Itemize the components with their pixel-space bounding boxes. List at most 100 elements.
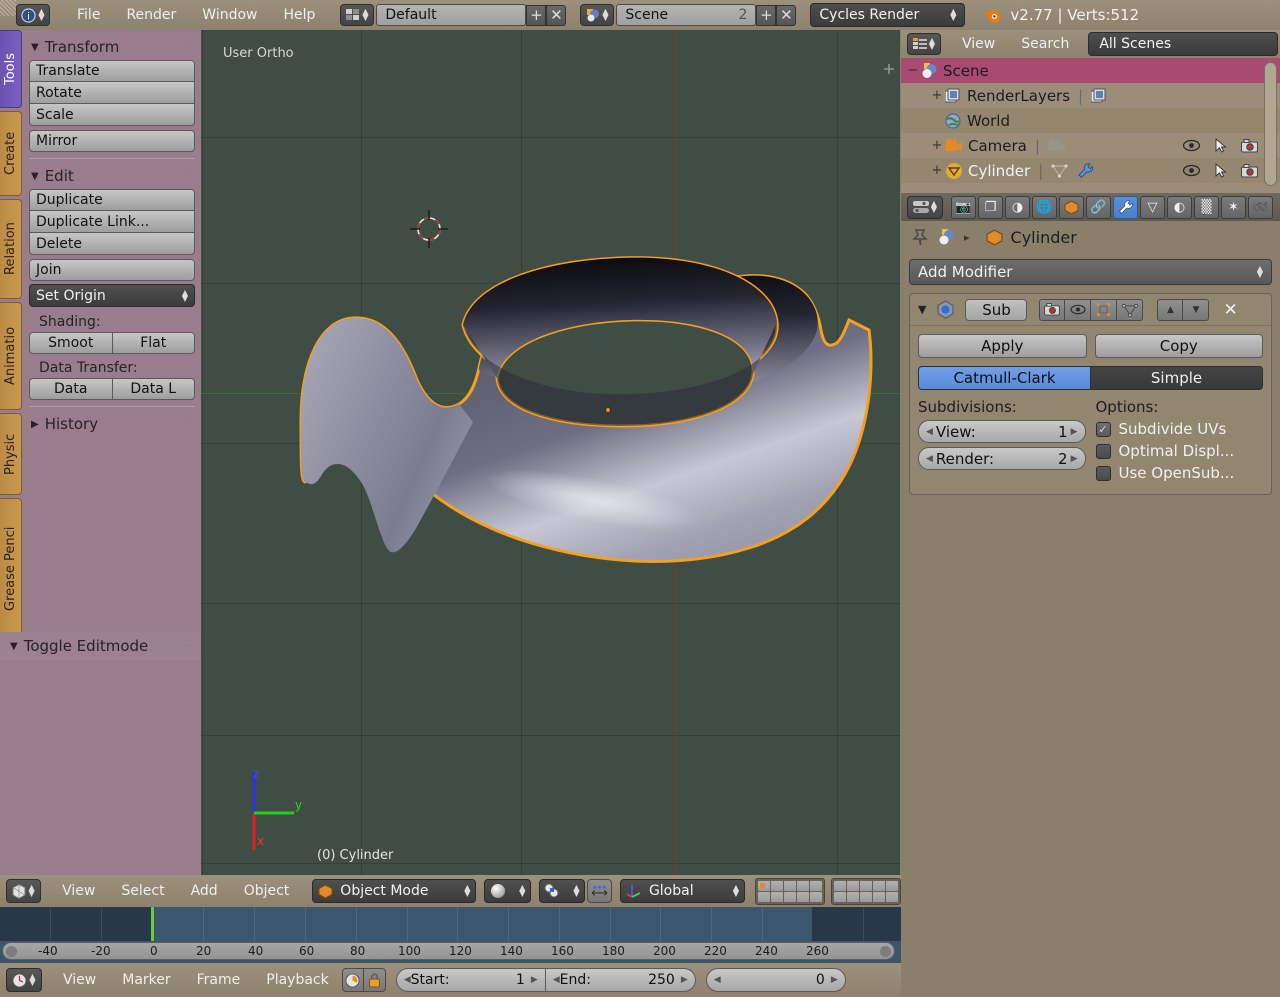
panel-grip-icon[interactable]: :::: (181, 169, 193, 183)
on-cage-toggle-icon[interactable] (1117, 298, 1144, 321)
layer-cell[interactable] (860, 880, 872, 891)
pivot-point-selector[interactable]: ▲ ▼ (539, 879, 585, 903)
collapse-triangle-icon[interactable]: ▼ (918, 303, 926, 316)
delete-screen-button[interactable]: ✕ (546, 4, 567, 26)
outliner-menu-search[interactable]: Search (1008, 36, 1082, 52)
layer-cell[interactable] (758, 891, 770, 902)
mirror-button[interactable]: Mirror (29, 130, 195, 152)
subdivide-uvs-row[interactable]: ✓ Subdivide UVs (1095, 420, 1264, 438)
delete-button[interactable]: Delete (29, 233, 195, 255)
data-transfer-layout-button[interactable]: Data L (111, 378, 195, 400)
start-frame-field[interactable]: ◀ Start: 1 ▶ (395, 968, 546, 992)
window-corner-grip[interactable] (0, 0, 16, 16)
join-button[interactable]: Join (29, 259, 195, 281)
outliner-menu-view[interactable]: View (949, 36, 1008, 52)
use-opensubdiv-row[interactable]: Use OpenSub... (1095, 464, 1264, 482)
tab-create[interactable]: Create (0, 111, 22, 196)
panel-header-edit[interactable]: ▼ Edit :::: (27, 165, 197, 189)
render-subdivisions-field[interactable]: ◀ Render: 2 ▶ (918, 447, 1086, 470)
panel-header-history[interactable]: ▶ History :::: (27, 413, 197, 437)
scene-icon[interactable] (938, 228, 956, 246)
properties-tab-material[interactable]: ◐ (1167, 195, 1192, 219)
increment-arrow-icon[interactable]: ▶ (1071, 454, 1078, 464)
pin-icon[interactable] (911, 228, 930, 247)
interaction-mode-selector[interactable]: Object Mode ▲ ▼ (312, 879, 477, 903)
properties-tab-modifiers[interactable] (1113, 195, 1138, 219)
layer-cell[interactable] (873, 880, 885, 891)
panel-grip-icon[interactable]: :::: (183, 639, 195, 653)
scene-icon[interactable]: ▲ ▼ (580, 4, 615, 26)
duplicate-button[interactable]: Duplicate (29, 189, 195, 211)
remove-modifier-button[interactable]: ✕ (1223, 300, 1237, 320)
increment-arrow-icon[interactable]: ▶ (831, 975, 838, 985)
eye-icon[interactable] (1183, 139, 1200, 152)
tab-grease-pencil[interactable]: Grease Penci (0, 498, 22, 640)
subdivide-uvs-checkbox[interactable]: ✓ (1095, 421, 1111, 437)
increment-arrow-icon[interactable]: ▶ (1071, 427, 1078, 437)
layer-cell[interactable] (797, 880, 809, 891)
timeline-playhead[interactable] (151, 907, 154, 941)
transform-orientation-selector[interactable]: Global ▲ ▼ (619, 879, 745, 903)
eye-icon[interactable] (1183, 164, 1200, 177)
layer-cell[interactable] (771, 891, 783, 902)
screen-layout-icon[interactable]: ▲ ▼ (340, 4, 375, 26)
layer-cell[interactable] (886, 880, 898, 891)
properties-tab-scene[interactable]: ◑ (1005, 195, 1030, 219)
data-transfer-button[interactable]: Data (29, 378, 112, 400)
expander-expand-icon[interactable]: + (929, 138, 945, 153)
decrement-arrow-icon[interactable]: ◀ (926, 427, 933, 437)
layer-cell[interactable] (873, 891, 885, 902)
view-subdivisions-field[interactable]: ◀ View: 1 ▶ (918, 420, 1086, 443)
layer-cell[interactable] (771, 880, 783, 891)
decrement-arrow-icon[interactable]: ◀ (553, 975, 560, 985)
auto-keyframe-icon[interactable] (341, 968, 364, 992)
add-screen-button[interactable]: + (526, 4, 547, 26)
blender-info-icon[interactable]: i ▲ ▼ (16, 4, 50, 26)
decrement-arrow-icon[interactable]: ◀ (714, 975, 721, 985)
timeline-editor[interactable]: -40 -20 0 20 40 60 80 100 120 140 160 18… (0, 907, 901, 963)
decrement-arrow-icon[interactable]: ◀ (404, 975, 411, 985)
outliner-scrollbar[interactable] (1264, 62, 1277, 186)
scene-field[interactable]: Scene 2 (616, 4, 757, 26)
shade-flat-button[interactable]: Flat (111, 332, 195, 354)
optimal-display-row[interactable]: Optimal Displ... (1095, 442, 1264, 460)
move-modifier-up-button[interactable]: ▲ (1157, 298, 1184, 321)
translate-button[interactable]: Translate (29, 60, 195, 82)
tab-tools[interactable]: Tools (0, 30, 22, 108)
outliner-row-cylinder[interactable]: + Cylinder | (901, 158, 1280, 183)
scale-button[interactable]: Scale (29, 104, 195, 126)
camera-data-icon[interactable] (1047, 138, 1066, 154)
cursor-arrow-icon[interactable] (1214, 138, 1227, 153)
properties-tab-particles[interactable]: ✶ (1221, 195, 1246, 219)
add-scene-button[interactable]: + (756, 4, 777, 26)
3d-viewport[interactable]: User Ortho (0) Cylinder z y x (201, 30, 900, 875)
properties-tab-data[interactable]: ▽ (1140, 195, 1165, 219)
layer-group-1[interactable] (755, 877, 825, 905)
proportional-edit-icon[interactable] (586, 879, 612, 903)
layer-group-2[interactable] (831, 877, 901, 905)
shade-smooth-button[interactable]: Smoot (29, 332, 112, 354)
camera-render-icon[interactable] (1241, 163, 1258, 178)
properties-tab-texture[interactable]: ▒ (1194, 195, 1219, 219)
timeline-menu-frame[interactable]: Frame (184, 972, 254, 988)
modifier-name-field[interactable]: Sub (965, 298, 1028, 321)
viewport-toggle-icon[interactable] (1065, 298, 1092, 321)
properties-tab-world[interactable]: 🌐 (1032, 195, 1057, 219)
increment-arrow-icon[interactable]: ▶ (681, 975, 688, 985)
menu-window[interactable]: Window (189, 7, 270, 23)
panel-header-transform[interactable]: ▼ Transform :::: (27, 36, 197, 60)
mesh-data-icon[interactable] (1051, 163, 1068, 178)
screen-layout-selector[interactable]: ▲ ▼ Default + ✕ (340, 4, 567, 26)
menu-render[interactable]: Render (113, 7, 189, 23)
editor-type-timeline-icon[interactable]: ▲ ▼ (6, 968, 42, 992)
tab-animation[interactable]: Animatio (0, 302, 22, 410)
set-origin-dropdown[interactable]: Set Origin ▲ ▼ (29, 284, 195, 307)
layer-cell[interactable] (784, 891, 796, 902)
outliner-row-camera[interactable]: + Camera | (901, 133, 1280, 158)
edit-mode-toggle-icon[interactable] (1091, 298, 1118, 321)
camera-render-icon[interactable] (1241, 138, 1258, 153)
layer-cell[interactable] (847, 891, 859, 902)
catmull-clark-button[interactable]: Catmull-Clark (918, 366, 1091, 390)
use-opensubdiv-checkbox[interactable] (1095, 465, 1111, 481)
viewport-shading-selector[interactable]: ▲ ▼ (484, 879, 532, 903)
